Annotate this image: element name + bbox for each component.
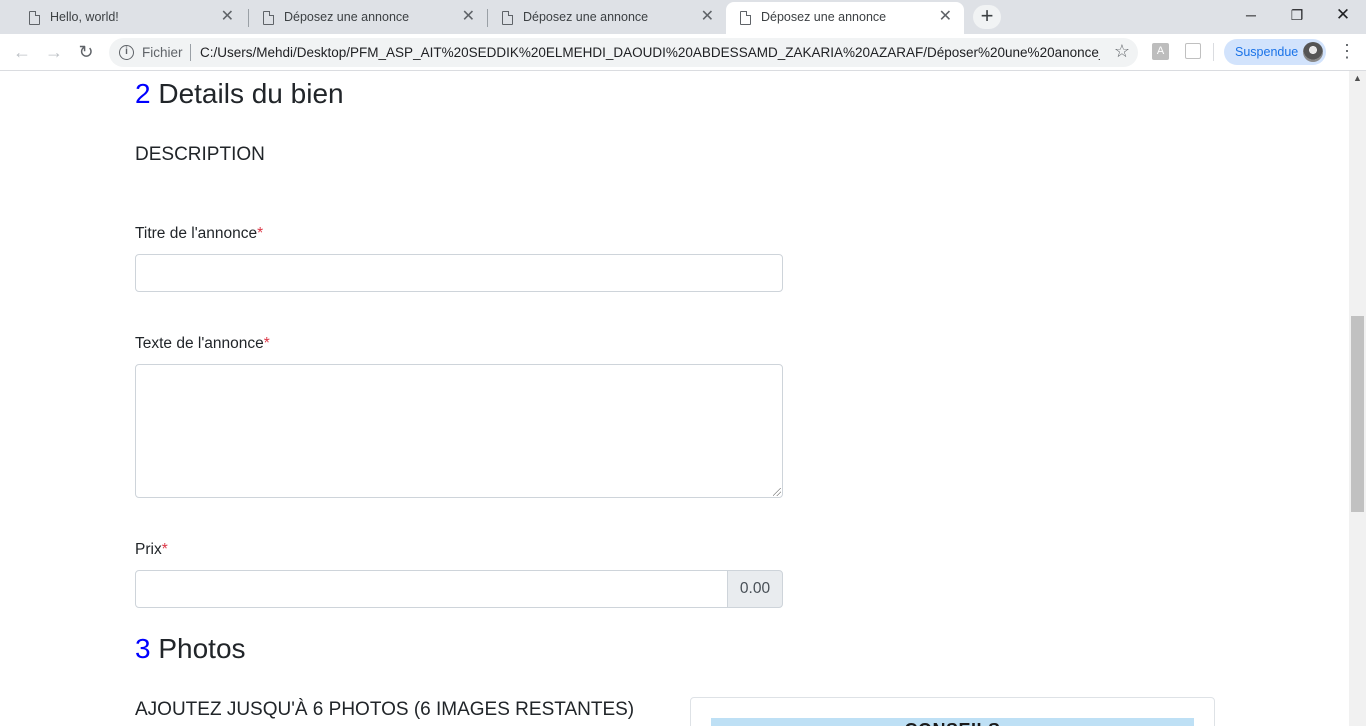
tab-deposez-1[interactable]: Déposez une annonce ✕ [240,2,487,34]
reload-icon[interactable]: ↻ [74,40,98,64]
required-mark: * [257,225,264,242]
close-icon[interactable]: ✕ [221,9,234,25]
back-icon[interactable]: ← [10,40,34,64]
page-scrollbar[interactable]: ▲ [1349,71,1366,726]
document-icon [29,11,40,25]
scrollbar-thumb[interactable] [1351,316,1364,512]
tab-title: Déposez une annonce [284,10,410,24]
new-tab-button[interactable]: + [973,5,1001,29]
address-bar[interactable]: i Fichier C:/Users/Mehdi/Desktop/PFM_ASP… [109,38,1138,67]
minimize-button[interactable]: ─ [1228,4,1274,28]
titre-label: Titre de l'annonce* [135,225,263,243]
profile-label: Suspendue [1235,45,1299,59]
close-icon[interactable]: ✕ [701,9,714,25]
label-text: Texte de l'annonce [135,335,264,352]
menu-icon[interactable]: ⋮ [1338,41,1356,61]
url-text[interactable]: C:/Users/Mehdi/Desktop/PFM_ASP_AIT%20SED… [200,45,1100,60]
prix-addon: 0.00 [727,570,783,608]
prix-input[interactable] [135,570,728,608]
section-number: 2 [135,78,151,109]
section-title-text: Details du bien [158,78,344,109]
omnibox-separator [190,44,191,61]
label-text: Titre de l'annonce [135,225,258,242]
close-icon[interactable]: ✕ [462,9,475,25]
tab-title: Déposez une annonce [761,10,887,24]
tab-hello-world[interactable]: Hello, world! ✕ [6,2,246,34]
tab-deposez-2[interactable]: Déposez une annonce ✕ [479,2,726,34]
star-icon[interactable]: ☆ [1114,41,1130,62]
required-mark: * [263,335,270,352]
info-icon[interactable]: i [119,45,134,60]
section-number: 3 [135,633,151,664]
required-mark: * [161,541,168,558]
description-heading: DESCRIPTION [135,144,265,165]
extension-icon[interactable] [1185,43,1201,59]
close-icon[interactable]: ✕ [939,9,952,25]
titre-input[interactable] [135,254,783,292]
forward-icon[interactable]: → [42,40,66,64]
conseils-card: CONSEILS [690,697,1215,726]
conseils-header: CONSEILS [711,718,1194,726]
pdf-extension-icon[interactable]: A [1152,43,1169,60]
prix-input-group: 0.00 [135,570,783,608]
restore-button[interactable]: ❐ [1274,4,1320,28]
photos-heading: AJOUTEZ JUSQU'À 6 PHOTOS (6 IMAGES RESTA… [135,699,635,720]
avatar [1303,42,1323,62]
scroll-up-arrow-icon[interactable]: ▲ [1353,73,1362,83]
profile-button[interactable]: Suspendue [1224,39,1326,65]
toolbar-separator [1213,43,1214,61]
window-close-button[interactable]: ✕ [1320,4,1366,28]
page-content: 2 Details du bien DESCRIPTION Titre de l… [0,71,1349,726]
tab-deposez-active[interactable]: Déposez une annonce ✕ [726,2,964,34]
texte-textarea[interactable] [135,364,783,498]
section-title-text: Photos [158,633,246,664]
tab-title: Déposez une annonce [523,10,649,24]
tab-strip: Hello, world! ✕ Déposez une annonce ✕ Dé… [0,0,1366,34]
scheme-label: Fichier [142,45,183,60]
section-photos-title: 3 Photos [135,633,246,665]
document-icon [502,11,513,25]
document-icon [740,11,751,25]
prix-label: Prix* [135,541,168,559]
label-text: Prix [135,541,162,558]
document-icon [263,11,274,25]
tab-title: Hello, world! [50,10,119,24]
texte-label: Texte de l'annonce* [135,335,270,353]
textarea-resize-handle[interactable] [773,488,781,496]
section-details-title: 2 Details du bien [135,78,344,110]
